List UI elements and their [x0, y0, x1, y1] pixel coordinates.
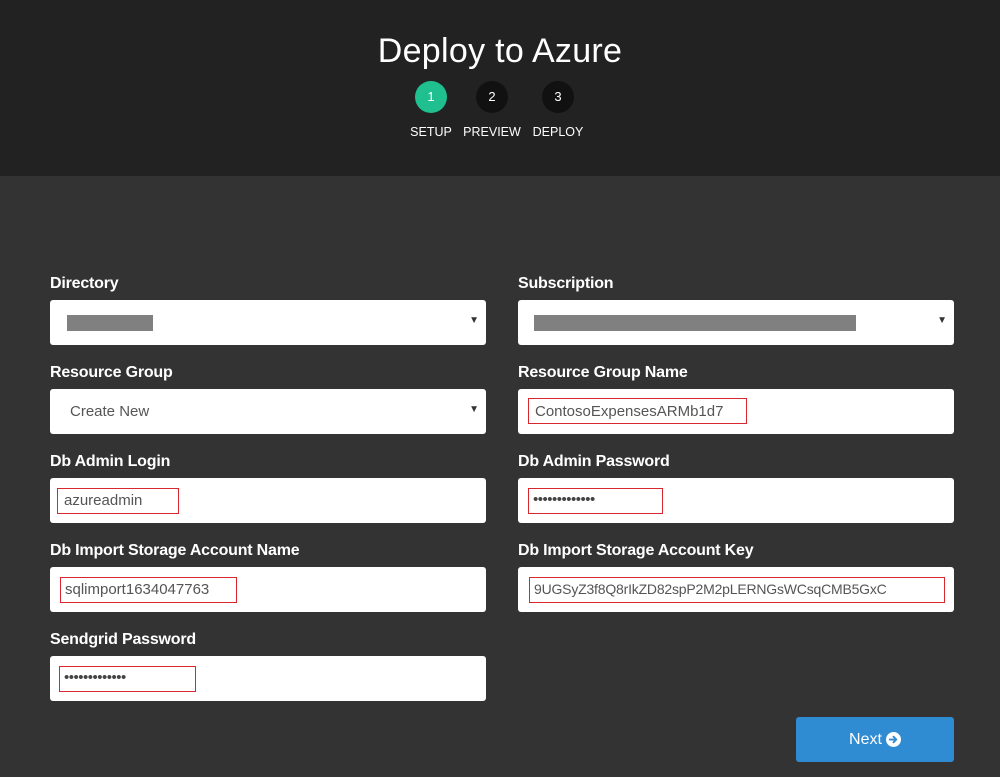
resource-group-name-label: Resource Group Name — [518, 364, 688, 381]
page-title: Deploy to Azure — [377, 32, 623, 70]
db-import-storage-account-key-input[interactable]: 9UGSyZ3f8Q8rIkZD82spP2M2pLERNGsWCsqCMB5G… — [518, 567, 954, 612]
header: Deploy to Azure 1 2 3 SETUP PREVIEW DEPL… — [0, 0, 1000, 176]
next-button[interactable]: Next — [796, 717, 954, 762]
db-import-storage-account-key-label: Db Import Storage Account Key — [518, 542, 754, 559]
caret-down-icon: ▼ — [469, 404, 479, 415]
db-admin-login-label: Db Admin Login — [50, 453, 171, 470]
directory-label: Directory — [50, 275, 119, 292]
db-admin-login-input[interactable]: azureadmin — [50, 478, 486, 523]
next-button-label: Next — [849, 730, 882, 748]
db-import-storage-account-key-value: 9UGSyZ3f8Q8rIkZD82spP2M2pLERNGsWCsqCMB5G… — [534, 581, 887, 597]
db-admin-login-value: azureadmin — [64, 492, 143, 509]
db-admin-password-value: ••••••••••••• — [533, 491, 595, 508]
resource-group-select[interactable]: Create New ▼ — [50, 389, 486, 434]
db-import-storage-account-name-value: sqlimport1634047763 — [65, 581, 210, 598]
db-admin-password-label: Db Admin Password — [518, 453, 670, 470]
resource-group-label: Resource Group — [50, 364, 173, 381]
caret-down-icon: ▼ — [937, 315, 947, 326]
subscription-select[interactable]: ▼ — [518, 300, 954, 345]
arrow-circle-right-icon — [885, 732, 901, 747]
subscription-redacted-value — [534, 315, 856, 331]
resource-group-name-value: ContosoExpensesARMb1d7 — [535, 403, 724, 420]
db-admin-password-input[interactable]: ••••••••••••• — [518, 478, 954, 523]
subscription-label: Subscription — [518, 275, 614, 292]
resource-group-name-input[interactable]: ContosoExpensesARMb1d7 — [518, 389, 954, 434]
sendgrid-password-input[interactable]: ••••••••••••• — [50, 656, 486, 701]
directory-redacted-value — [67, 315, 153, 331]
step-1-indicator: 1 — [415, 81, 447, 113]
step-3-indicator: 3 — [542, 81, 574, 113]
directory-select[interactable]: ▼ — [50, 300, 486, 345]
db-import-storage-account-name-input[interactable]: sqlimport1634047763 — [50, 567, 486, 612]
sendgrid-password-label: Sendgrid Password — [50, 631, 196, 648]
caret-down-icon: ▼ — [469, 315, 479, 326]
step-2-indicator: 2 — [476, 81, 508, 113]
resource-group-value: Create New — [70, 403, 150, 420]
sendgrid-password-value: ••••••••••••• — [64, 669, 126, 686]
step-3-label: DEPLOY — [532, 125, 584, 139]
db-import-storage-account-name-label: Db Import Storage Account Name — [50, 542, 300, 559]
